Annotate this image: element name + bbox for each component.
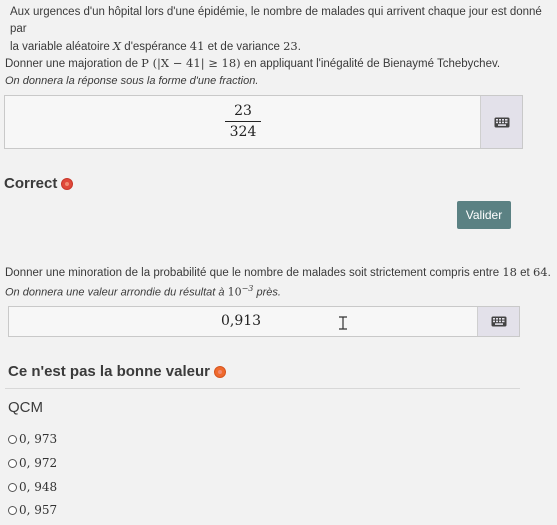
answer-2-value: 0,913 — [221, 313, 262, 329]
q2-instr-prefix: On donnera une valeur arrondie du résult… — [5, 286, 228, 299]
variable-x: X — [112, 39, 122, 53]
status-dot-icon — [61, 177, 74, 190]
intro-text: d'espérance — [121, 41, 190, 53]
answer-1-fraction: 23 324 — [225, 102, 261, 141]
intro-line-2: la variable aléatoire X d'espérance 41 e… — [10, 38, 550, 56]
fraction-bar — [225, 121, 261, 122]
feedback-correct: Correct — [4, 175, 74, 192]
q1-formula: P (|X − 41| ≥ 18) — [141, 56, 241, 70]
qcm-title: QCM — [8, 399, 43, 416]
intro-text: et de variance — [204, 41, 284, 53]
q2-mid: et — [516, 267, 533, 279]
precision-base: 10 — [227, 285, 242, 299]
qcm-option-2[interactable]: 0, 972 — [8, 456, 57, 470]
variance-value: 23 — [283, 39, 298, 53]
virtual-keyboard-button-2[interactable] — [477, 307, 519, 336]
intro-line-1: Aux urgences d'un hôpital lors d'une épi… — [10, 6, 542, 35]
expectation-value: 41 — [189, 39, 205, 53]
qcm-option-label: 0, 973 — [19, 432, 58, 446]
keyboard-icon — [491, 316, 506, 327]
problem-statement: Aux urgences d'un hôpital lors d'une épi… — [10, 4, 550, 56]
q2-instr-suffix: près. — [253, 286, 281, 299]
question-1-instruction: On donnera la réponse sous la forme d'un… — [5, 75, 259, 87]
feedback-wrong: Ce n'est pas la bonne valeur — [8, 363, 226, 380]
qcm-option-3[interactable]: 0, 948 — [8, 480, 57, 494]
q2-end: . — [547, 267, 551, 279]
q2-low: 18 — [502, 265, 517, 279]
question-2-text: Donner une minoration de la probabilité … — [5, 265, 551, 279]
valider-button[interactable]: Valider — [457, 201, 511, 229]
answer-1-field[interactable]: 23 324 — [4, 95, 523, 149]
precision-exponent: −3 — [241, 284, 254, 293]
answer-2-field[interactable]: 0,913 — [8, 306, 520, 337]
q1-prefix: Donner une majoration de — [5, 58, 142, 70]
virtual-keyboard-button-1[interactable] — [480, 96, 522, 148]
keyboard-icon — [494, 117, 509, 127]
qcm-option-label: 0, 972 — [19, 456, 58, 470]
question-2-instruction: On donnera une valeur arrondie du résult… — [5, 284, 281, 299]
qcm-option-label: 0, 957 — [19, 503, 58, 517]
fraction-denominator: 324 — [229, 124, 257, 140]
question-1-text: Donner une majoration de P (|X − 41| ≥ 1… — [5, 56, 500, 70]
feedback-correct-label: Correct — [4, 175, 58, 192]
status-dot-icon — [213, 365, 226, 378]
radio-icon[interactable] — [8, 458, 17, 468]
qcm-option-label: 0, 948 — [19, 480, 58, 494]
radio-icon[interactable] — [8, 505, 17, 515]
intro-text: la variable aléatoire — [10, 41, 113, 53]
radio-icon[interactable] — [8, 434, 17, 444]
fraction-numerator: 23 — [234, 103, 252, 119]
section-divider — [5, 388, 520, 389]
feedback-wrong-label: Ce n'est pas la bonne valeur — [8, 363, 210, 380]
q2-prefix: Donner une minoration de la probabilité … — [5, 267, 503, 279]
radio-icon[interactable] — [8, 482, 17, 492]
q1-suffix: en appliquant l'inégalité de Bienaymé Tc… — [240, 58, 501, 70]
intro-text: . — [297, 41, 301, 53]
qcm-option-4[interactable]: 0, 957 — [8, 503, 57, 517]
qcm-option-1[interactable]: 0, 973 — [8, 432, 57, 446]
text-cursor-icon — [339, 316, 347, 330]
q2-high: 64 — [532, 265, 548, 279]
